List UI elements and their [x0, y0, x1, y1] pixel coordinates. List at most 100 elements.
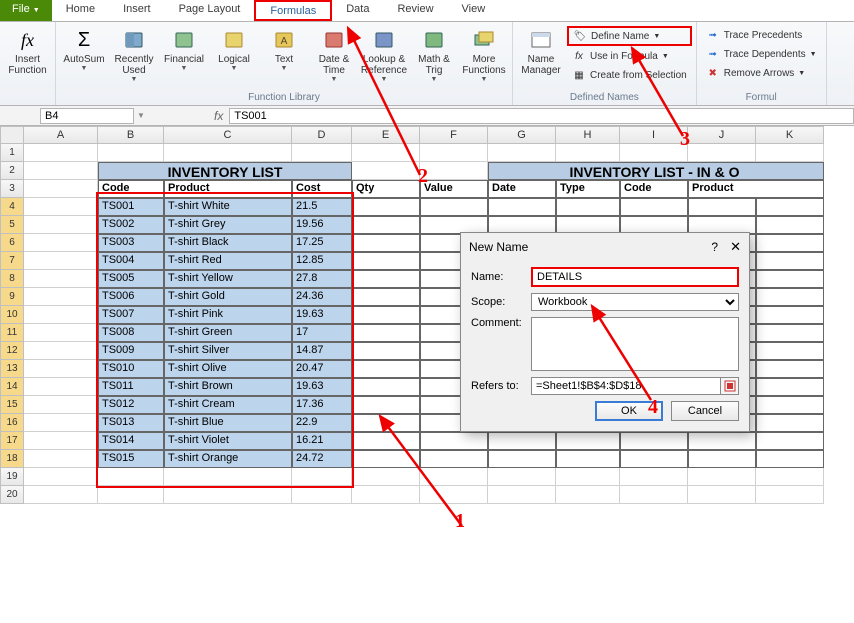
- cell-K18[interactable]: [756, 450, 824, 468]
- cell-E12[interactable]: [352, 342, 420, 360]
- cell-F3[interactable]: Value: [420, 180, 488, 198]
- math-trig-button[interactable]: Math & Trig▼: [410, 24, 458, 83]
- cell-F4[interactable]: [420, 198, 488, 216]
- tab-view[interactable]: View: [448, 0, 500, 21]
- row-header-16[interactable]: 16: [0, 414, 24, 432]
- tab-data[interactable]: Data: [332, 0, 383, 21]
- cell-K1[interactable]: [756, 144, 824, 162]
- cell-B20[interactable]: [98, 486, 164, 504]
- cell-C1[interactable]: [164, 144, 292, 162]
- row-header-15[interactable]: 15: [0, 396, 24, 414]
- cell-C18[interactable]: T-shirt Orange: [164, 450, 292, 468]
- row-header-11[interactable]: 11: [0, 324, 24, 342]
- cell-I18[interactable]: [620, 450, 688, 468]
- cell-A9[interactable]: [24, 288, 98, 306]
- cell-K6[interactable]: [756, 234, 824, 252]
- cell-A20[interactable]: [24, 486, 98, 504]
- cell-K14[interactable]: [756, 378, 824, 396]
- cell-A8[interactable]: [24, 270, 98, 288]
- cell-I3[interactable]: Code: [620, 180, 688, 198]
- scope-select[interactable]: Workbook: [531, 293, 739, 311]
- cell-A1[interactable]: [24, 144, 98, 162]
- cell-A12[interactable]: [24, 342, 98, 360]
- cell-C3[interactable]: Product: [164, 180, 292, 198]
- cell-F18[interactable]: [420, 450, 488, 468]
- cell-D17[interactable]: 16.21: [292, 432, 352, 450]
- col-header-G[interactable]: G: [488, 126, 556, 144]
- cell-I20[interactable]: [620, 486, 688, 504]
- select-all-corner[interactable]: [0, 126, 24, 144]
- fx-icon-bar[interactable]: fx: [214, 109, 223, 123]
- cell-E7[interactable]: [352, 252, 420, 270]
- cell-D5[interactable]: 19.56: [292, 216, 352, 234]
- cell-K8[interactable]: [756, 270, 824, 288]
- cell-D19[interactable]: [292, 468, 352, 486]
- cell-H19[interactable]: [556, 468, 620, 486]
- cell-K4[interactable]: [756, 198, 824, 216]
- cell-G4[interactable]: [488, 198, 556, 216]
- row-header-10[interactable]: 10: [0, 306, 24, 324]
- cell-D6[interactable]: 17.25: [292, 234, 352, 252]
- row-header-9[interactable]: 9: [0, 288, 24, 306]
- cell-D13[interactable]: 20.47: [292, 360, 352, 378]
- cell-A2[interactable]: [24, 162, 98, 180]
- cell-C8[interactable]: T-shirt Yellow: [164, 270, 292, 288]
- cell-C5[interactable]: T-shirt Grey: [164, 216, 292, 234]
- cell-A7[interactable]: [24, 252, 98, 270]
- cell-K17[interactable]: [756, 432, 824, 450]
- cell-A15[interactable]: [24, 396, 98, 414]
- cell-H18[interactable]: [556, 450, 620, 468]
- close-icon[interactable]: ✕: [730, 239, 741, 255]
- cell-K9[interactable]: [756, 288, 824, 306]
- lookup-ref-button[interactable]: Lookup & Reference▼: [360, 24, 408, 83]
- cell-H20[interactable]: [556, 486, 620, 504]
- cell-A5[interactable]: [24, 216, 98, 234]
- cell-B11[interactable]: TS008: [98, 324, 164, 342]
- cell-C14[interactable]: T-shirt Brown: [164, 378, 292, 396]
- row-header-8[interactable]: 8: [0, 270, 24, 288]
- cell-K10[interactable]: [756, 306, 824, 324]
- cell-D10[interactable]: 19.63: [292, 306, 352, 324]
- range-picker-icon[interactable]: [721, 377, 739, 395]
- comment-textarea[interactable]: [531, 317, 739, 371]
- tab-insert[interactable]: Insert: [109, 0, 165, 21]
- cell-B3[interactable]: Code: [98, 180, 164, 198]
- cell-E20[interactable]: [352, 486, 420, 504]
- recently-used-button[interactable]: Recently Used▼: [110, 24, 158, 83]
- cell-H17[interactable]: [556, 432, 620, 450]
- refers-input[interactable]: [531, 377, 721, 395]
- cell-B9[interactable]: TS006: [98, 288, 164, 306]
- row-header-2[interactable]: 2: [0, 162, 24, 180]
- cell-I1[interactable]: [620, 144, 688, 162]
- cell-D7[interactable]: 12.85: [292, 252, 352, 270]
- cell-D20[interactable]: [292, 486, 352, 504]
- cell-E3[interactable]: Qty: [352, 180, 420, 198]
- row-header-6[interactable]: 6: [0, 234, 24, 252]
- col-header-B[interactable]: B: [98, 126, 164, 144]
- cell-D9[interactable]: 24.36: [292, 288, 352, 306]
- cell-F19[interactable]: [420, 468, 488, 486]
- row-header-14[interactable]: 14: [0, 378, 24, 396]
- cell-F20[interactable]: [420, 486, 488, 504]
- cell-C11[interactable]: T-shirt Green: [164, 324, 292, 342]
- cell-K19[interactable]: [756, 468, 824, 486]
- cell-C19[interactable]: [164, 468, 292, 486]
- cell-D4[interactable]: 21.5: [292, 198, 352, 216]
- cell-J1[interactable]: [688, 144, 756, 162]
- cell-D12[interactable]: 14.87: [292, 342, 352, 360]
- cell-B2[interactable]: INVENTORY LIST: [98, 162, 352, 180]
- cell-D18[interactable]: 24.72: [292, 450, 352, 468]
- row-header-5[interactable]: 5: [0, 216, 24, 234]
- cell-B8[interactable]: TS005: [98, 270, 164, 288]
- row-header-4[interactable]: 4: [0, 198, 24, 216]
- cell-A3[interactable]: [24, 180, 98, 198]
- cell-B10[interactable]: TS007: [98, 306, 164, 324]
- cell-K15[interactable]: [756, 396, 824, 414]
- cell-A10[interactable]: [24, 306, 98, 324]
- cell-A6[interactable]: [24, 234, 98, 252]
- col-header-K[interactable]: K: [756, 126, 824, 144]
- cell-E17[interactable]: [352, 432, 420, 450]
- cell-G19[interactable]: [488, 468, 556, 486]
- row-header-13[interactable]: 13: [0, 360, 24, 378]
- cell-C20[interactable]: [164, 486, 292, 504]
